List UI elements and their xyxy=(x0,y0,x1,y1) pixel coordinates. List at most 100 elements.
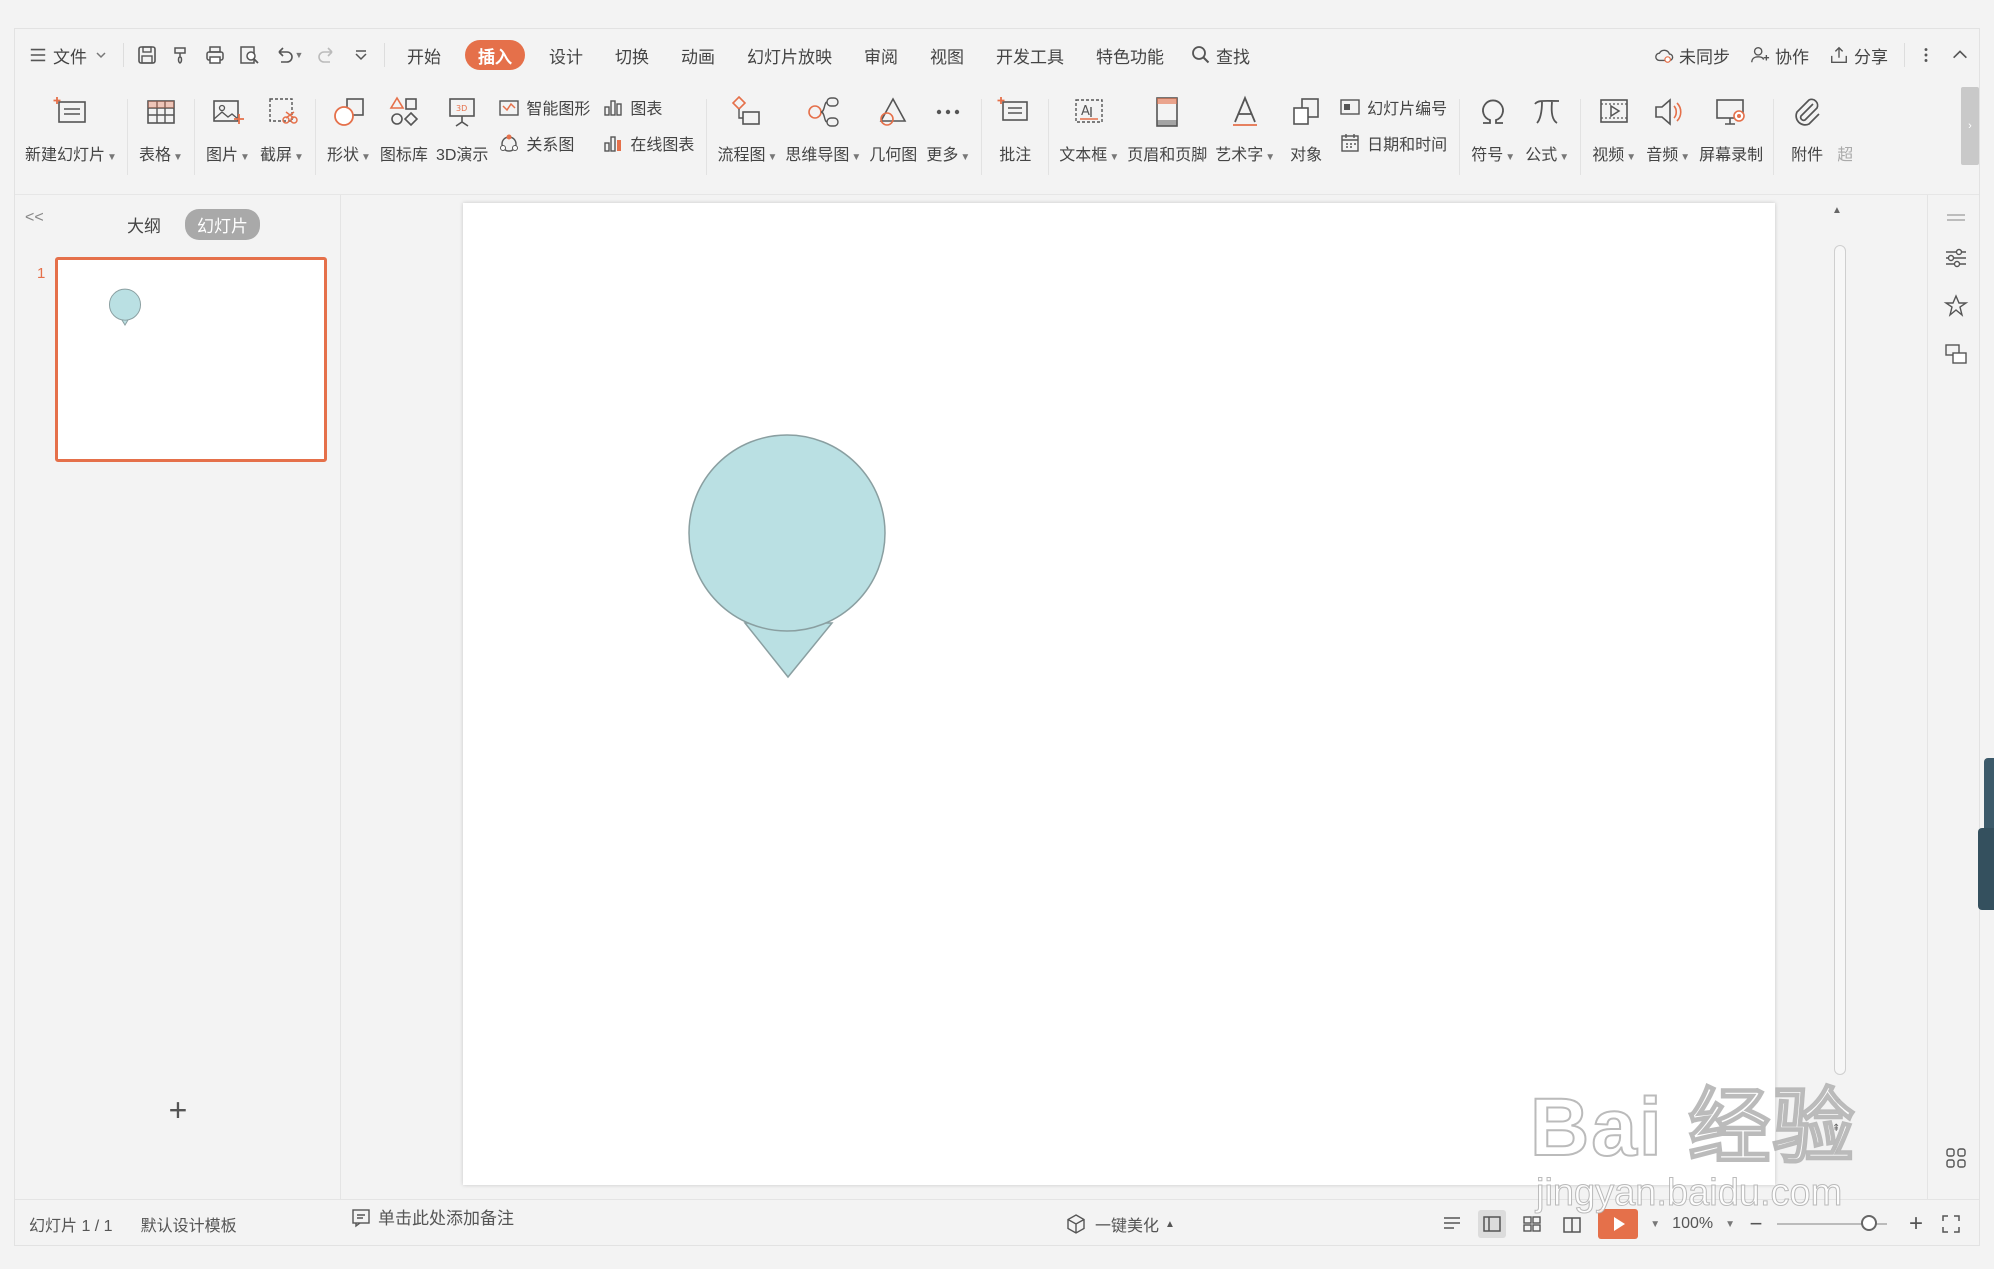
table-button[interactable]: 表格 ▼ xyxy=(138,81,184,177)
slide-thumbnail[interactable] xyxy=(55,257,327,462)
undo-button[interactable]: ▼ xyxy=(266,37,310,73)
icon-library-label: 图标库 xyxy=(379,147,428,164)
collaborate-button[interactable]: 协作 xyxy=(1740,37,1819,73)
screenshot-button[interactable]: 截屏 ▼ xyxy=(259,81,305,177)
tab-developer[interactable]: 开发工具 xyxy=(980,37,1080,73)
share-button[interactable]: 分享 xyxy=(1819,37,1898,73)
new-slide-button[interactable]: 新建幻灯片 ▼ xyxy=(25,81,117,177)
header-footer-button[interactable]: 页眉和页脚 xyxy=(1127,81,1207,177)
reading-view-button[interactable] xyxy=(1558,1210,1586,1238)
save-button[interactable] xyxy=(130,37,164,73)
chart-icon xyxy=(604,100,623,116)
zoom-in-button[interactable]: + xyxy=(1907,1210,1925,1238)
zoom-out-button[interactable]: − xyxy=(1747,1211,1765,1237)
grid-view-button[interactable] xyxy=(1943,1145,1969,1171)
scrollbar-thumb[interactable] xyxy=(1834,245,1846,1075)
mindmap-button[interactable]: 思维导图 ▼ xyxy=(785,81,861,177)
fit-window-icon xyxy=(1942,1215,1960,1233)
tab-review[interactable]: 审阅 xyxy=(848,37,914,73)
screen-record-label: 屏幕录制 xyxy=(1699,147,1764,164)
tab-outline[interactable]: 大纲 xyxy=(115,209,173,240)
video-label: 视频 xyxy=(1592,147,1625,164)
slide-canvas[interactable] xyxy=(463,203,1775,1185)
ribbon-scroll-right[interactable]: › xyxy=(1961,87,1979,165)
more-button[interactable]: 更多 ▼ xyxy=(925,81,971,177)
thumbnail-map-pin-shape xyxy=(108,288,142,326)
file-menu[interactable]: 文件 xyxy=(15,37,117,73)
geometry-button[interactable]: 几何图 xyxy=(869,81,917,177)
comment-button[interactable]: 批注 xyxy=(992,81,1038,177)
picture-button[interactable]: 图片 ▼ xyxy=(205,81,251,177)
formula-button[interactable]: 公式 ▼ xyxy=(1524,81,1570,177)
hyperlink-button[interactable]: 超 xyxy=(1838,81,1852,177)
more-options-button[interactable] xyxy=(1911,37,1945,73)
tab-slides[interactable]: 幻灯片 xyxy=(185,209,260,240)
slide-sorter-view-button[interactable] xyxy=(1518,1210,1546,1238)
audio-button[interactable]: 音频 ▼ xyxy=(1645,81,1691,177)
object-button[interactable]: 对象 xyxy=(1283,81,1329,177)
collapse-ribbon-button[interactable] xyxy=(1945,37,1979,73)
3d-demo-button[interactable]: 3D 3D演示 xyxy=(436,81,488,177)
format-painter-button[interactable] xyxy=(164,37,198,73)
separator xyxy=(706,99,708,175)
relation-chart-button[interactable]: 关系图 xyxy=(498,131,590,155)
smart-graphic-button[interactable]: 智能图形 xyxy=(498,95,590,119)
play-options-dropdown[interactable]: ▼ xyxy=(1650,1219,1660,1230)
notes-toggle-button[interactable] xyxy=(1438,1210,1466,1238)
tab-animation[interactable]: 动画 xyxy=(665,37,731,73)
vertical-scrollbar[interactable]: ▲ ▼ ⇞ ⇟ xyxy=(1826,195,1854,1199)
zoom-level[interactable]: 100% xyxy=(1672,1215,1713,1233)
animation-pane-button[interactable] xyxy=(1943,293,1969,319)
print-button[interactable] xyxy=(198,37,232,73)
redo-button[interactable] xyxy=(310,37,344,73)
play-slideshow-button[interactable] xyxy=(1598,1209,1639,1239)
scroll-down-arrow[interactable]: ▼ xyxy=(1832,1097,1842,1108)
chart-button[interactable]: 图表 xyxy=(602,95,694,119)
online-chart-button[interactable]: 在线图表 xyxy=(602,131,694,155)
template-name[interactable]: 默认设计模板 xyxy=(127,1212,251,1236)
tab-view[interactable]: 视图 xyxy=(914,37,980,73)
collapse-panel-button[interactable]: << xyxy=(25,209,44,227)
previous-slide-button[interactable]: ⇞ xyxy=(1832,1123,1840,1134)
date-time-button[interactable]: 日期和时间 xyxy=(1339,131,1447,155)
scroll-up-arrow[interactable]: ▲ xyxy=(1832,205,1842,216)
attachment-button[interactable]: 附件 xyxy=(1784,81,1830,177)
tab-slideshow[interactable]: 幻灯片放映 xyxy=(731,37,848,73)
map-pin-shape[interactable] xyxy=(463,203,1775,1185)
tab-special-features[interactable]: 特色功能 xyxy=(1080,37,1180,73)
normal-view-button[interactable] xyxy=(1478,1210,1507,1238)
add-slide-button[interactable]: + xyxy=(163,1094,193,1126)
tab-transitions[interactable]: 切换 xyxy=(599,37,665,73)
geometry-label: 几何图 xyxy=(869,147,918,164)
search-button[interactable]: 查找 xyxy=(1180,37,1260,73)
slide-transition-button[interactable] xyxy=(1943,341,1969,367)
print-preview-button[interactable] xyxy=(232,37,266,73)
video-icon xyxy=(1600,99,1628,123)
next-slide-button[interactable]: ⇟ xyxy=(1832,1145,1840,1156)
one-click-beautify-button[interactable]: 一键美化 ▲ xyxy=(1065,1200,1175,1248)
zoom-dropdown[interactable]: ▼ xyxy=(1725,1219,1735,1230)
audio-label: 音频 xyxy=(1646,147,1679,164)
property-settings-button[interactable] xyxy=(1943,245,1969,271)
tab-insert[interactable]: 插入 xyxy=(465,40,525,70)
icon-library-button[interactable]: 图标库 xyxy=(380,81,428,177)
shape-button[interactable]: 形状 ▼ xyxy=(326,81,372,177)
tab-home[interactable]: 开始 xyxy=(391,37,457,73)
beautify-cube-icon xyxy=(1067,1214,1085,1234)
textbox-button[interactable]: A 文本框 ▼ xyxy=(1059,81,1119,177)
video-button[interactable]: 视频 ▼ xyxy=(1591,81,1637,177)
side-drag-handle[interactable] xyxy=(1943,205,1969,231)
textbox-label: 文本框 xyxy=(1059,147,1108,164)
flowchart-button[interactable]: 流程图 ▼ xyxy=(717,81,777,177)
slide-number-button[interactable]: 幻灯片编号 xyxy=(1339,95,1447,119)
tab-design[interactable]: 设计 xyxy=(533,37,599,73)
sync-status-button[interactable]: 未同步 xyxy=(1644,37,1740,73)
zoom-slider-knob[interactable] xyxy=(1861,1215,1877,1231)
zoom-slider[interactable] xyxy=(1777,1215,1887,1231)
wordart-button[interactable]: 艺术字 ▼ xyxy=(1215,81,1275,177)
screen-record-button[interactable]: 屏幕录制 xyxy=(1699,81,1763,177)
picture-label: 图片 xyxy=(205,147,238,164)
customize-quick-access-button[interactable] xyxy=(344,37,378,73)
symbol-button[interactable]: 符号 ▼ xyxy=(1470,81,1516,177)
fit-to-window-button[interactable] xyxy=(1937,1210,1965,1238)
